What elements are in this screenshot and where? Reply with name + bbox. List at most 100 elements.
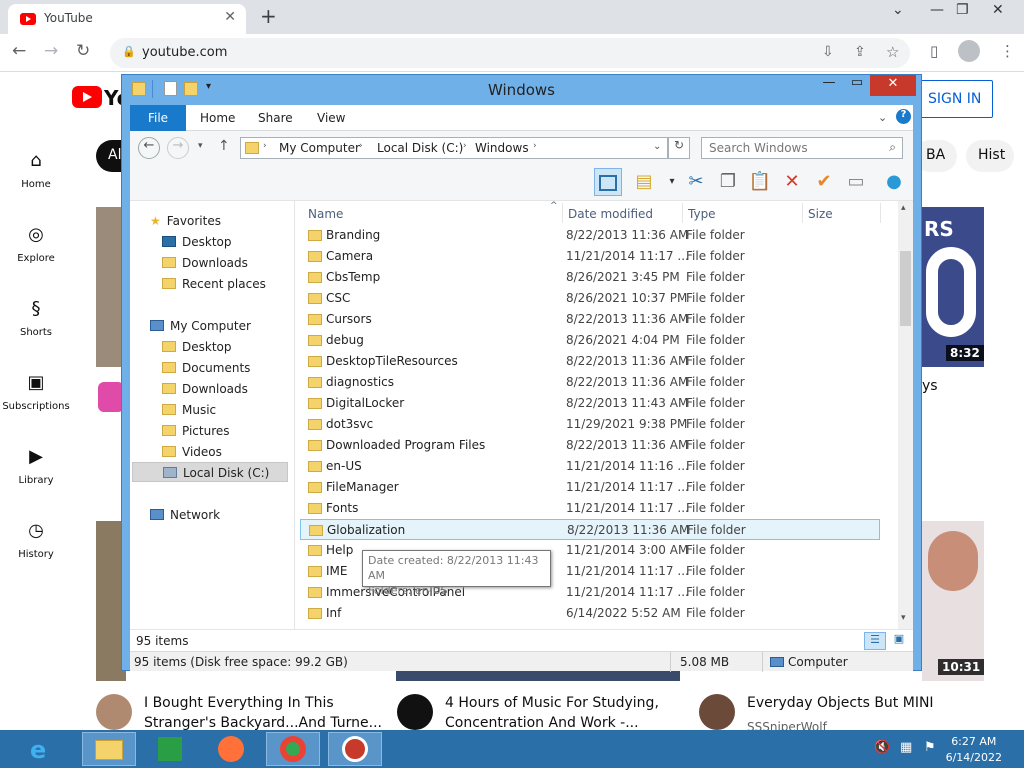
nav-item-local-disk[interactable]: Local Disk (C:) (132, 462, 288, 482)
address-breadcrumb[interactable]: › My Computer › Local Disk (C:) › Window… (240, 137, 668, 159)
store-taskbar-button[interactable] (144, 732, 198, 766)
forward-icon[interactable]: → (44, 41, 58, 61)
large-icons-view-icon[interactable]: ▣ (888, 632, 910, 650)
chevron-right-icon[interactable]: › (263, 141, 267, 151)
channel-avatar[interactable] (96, 694, 132, 730)
back-icon[interactable]: ← (12, 41, 26, 61)
sidebar-item-history[interactable]: ◷ History (0, 520, 72, 560)
tab-view[interactable]: View (317, 111, 345, 125)
channel-avatar[interactable] (699, 694, 735, 730)
vertical-scrollbar[interactable]: ▴ ▾ (898, 201, 913, 629)
nav-my-computer[interactable]: My Computer (150, 316, 251, 336)
video-thumbnail[interactable]: RS 8:32 (922, 207, 984, 367)
address-bar[interactable]: 🔒 youtube.com ⇩ ⇪ ☆ (110, 38, 910, 68)
system-clock[interactable]: 6:27 AM 6/14/2022 (946, 734, 1002, 766)
forward-icon[interactable]: → (167, 137, 189, 159)
file-row[interactable]: DigitalLocker 8/22/2013 11:43 AM File fold… (300, 393, 880, 414)
tab-home[interactable]: Home (200, 111, 235, 125)
scrollbar-thumb[interactable] (900, 251, 911, 326)
chevron-right-icon[interactable]: › (463, 141, 467, 151)
rename-field-icon[interactable]: ▭ (842, 168, 870, 196)
paste-icon[interactable]: 📋 (746, 168, 774, 196)
action-center-icon[interactable]: ⚑ (924, 740, 936, 755)
file-row[interactable]: Globalization 8/22/2013 11:36 AM File fold… (300, 519, 880, 540)
nav-favorites[interactable]: ★ Favorites (150, 211, 221, 231)
bookmark-star-icon[interactable]: ☆ (886, 43, 899, 61)
tab-search-icon[interactable]: ⌄ (892, 2, 904, 18)
youtube-logo-icon[interactable] (72, 86, 102, 108)
nav-item-documents[interactable]: Documents (162, 358, 250, 378)
sidebar-item-shorts[interactable]: § Shorts (0, 298, 72, 338)
sidebar-item-explore[interactable]: ◎ Explore (0, 224, 72, 264)
file-row[interactable]: Fonts 11/21/2014 11:17 ... File folder (300, 498, 880, 519)
nav-item-desktop[interactable]: Desktop (162, 337, 232, 357)
scroll-down-icon[interactable]: ▾ (901, 613, 906, 623)
refresh-icon[interactable]: ↻ (668, 137, 690, 159)
file-row[interactable]: Camera 11/21/2014 11:17 ... File folder (300, 246, 880, 267)
file-explorer-taskbar-button[interactable] (82, 732, 136, 766)
close-window-button[interactable]: ✕ (870, 75, 916, 96)
channel-avatar[interactable] (397, 694, 433, 730)
back-icon[interactable]: ← (138, 137, 160, 159)
nav-item-desktop[interactable]: Desktop (162, 232, 232, 252)
file-row[interactable]: diagnostics 8/22/2013 11:36 AM File folder (300, 372, 880, 393)
preview-pane-icon[interactable] (594, 168, 622, 196)
side-panel-icon[interactable]: ▯ (930, 42, 938, 60)
file-row[interactable]: DesktopTileResources 8/22/2013 11:36 AM Fi… (300, 351, 880, 372)
close-tab-icon[interactable]: ✕ (224, 9, 236, 25)
maximize-icon[interactable]: ▭ (842, 75, 872, 95)
nav-item-downloads[interactable]: Downloads (162, 379, 248, 399)
chevron-right-icon[interactable]: › (533, 141, 537, 151)
breadcrumb-local-disk[interactable]: Local Disk (C:) (377, 141, 463, 155)
file-row[interactable]: Inf 6/14/2022 5:52 AM File folder (300, 603, 880, 624)
volume-muted-icon[interactable]: 🔇 (874, 740, 890, 755)
file-row[interactable]: Cursors 8/22/2013 11:36 AM File folder (300, 309, 880, 330)
restore-icon[interactable]: ❐ (956, 2, 969, 18)
nav-item-videos[interactable]: Videos (162, 442, 222, 462)
sign-in-button[interactable]: SIGN IN (915, 80, 993, 118)
sidebar-item-subscriptions[interactable]: ▣ Subscriptions (0, 372, 72, 412)
chevron-right-icon[interactable]: › (359, 141, 363, 151)
tab-file[interactable]: File (130, 105, 186, 131)
nav-item-downloads[interactable]: Downloads (162, 253, 248, 273)
browser-tab[interactable]: YouTube ✕ (8, 4, 246, 34)
reload-icon[interactable]: ↻ (76, 41, 90, 61)
search-input[interactable]: Search Windows ⌕ (701, 137, 903, 159)
alarms-taskbar-button[interactable] (328, 732, 382, 766)
details-view-icon[interactable]: ☰ (864, 632, 886, 650)
scroll-up-icon[interactable]: ▴ (901, 203, 906, 213)
minimize-icon[interactable]: — (814, 75, 844, 95)
tab-share[interactable]: Share (258, 111, 293, 125)
explorer-titlebar[interactable]: ▾ Windows — ▭ ✕ (122, 75, 921, 105)
minimize-icon[interactable]: — (930, 2, 944, 18)
column-header-type[interactable]: Type (688, 207, 716, 221)
video-title[interactable]: I Bought Everything In This Stranger's Ba… (144, 693, 382, 733)
column-header-date[interactable]: Date modified (568, 207, 653, 221)
expand-ribbon-icon[interactable]: ⌄ (878, 111, 887, 124)
nav-item-pictures[interactable]: Pictures (162, 421, 230, 441)
globe-icon[interactable]: ● (880, 168, 908, 196)
video-title[interactable]: Everyday Objects But MINI (747, 693, 934, 713)
nav-item-recent-places[interactable]: Recent places (162, 274, 266, 294)
delete-icon[interactable]: ✕ (778, 168, 806, 196)
recent-locations-icon[interactable]: ▾ (198, 141, 203, 151)
chip-history[interactable]: Hist (966, 140, 1014, 172)
sidebar-item-home[interactable]: ⌂ Home (0, 150, 72, 190)
breadcrumb-my-computer[interactable]: My Computer (279, 141, 360, 155)
column-header-name[interactable]: Name (308, 207, 343, 221)
chrome-taskbar-button[interactable] (266, 732, 320, 766)
file-row[interactable]: FileManager 11/21/2014 11:17 ... File fold… (300, 477, 880, 498)
column-header-size[interactable]: Size (808, 207, 833, 221)
install-icon[interactable]: ⇩ (822, 44, 834, 60)
up-icon[interactable]: ↑ (218, 138, 230, 154)
file-row[interactable]: Downloaded Program Files 8/22/2013 11:36 … (300, 435, 880, 456)
file-row[interactable]: en-US 11/21/2014 11:16 ... File folder (300, 456, 880, 477)
copy-icon[interactable]: ❐ (714, 168, 742, 196)
share-icon[interactable]: ⇪ (854, 44, 866, 60)
network-tray-icon[interactable]: ▦ (900, 740, 912, 755)
video-title[interactable]: 4 Hours of Music For Studying, Concentrat… (445, 693, 659, 733)
file-row[interactable]: dot3svc 11/29/2021 9:38 PM File folder (300, 414, 880, 435)
close-window-icon[interactable]: ✕ (992, 2, 1004, 18)
profile-avatar-icon[interactable] (958, 40, 980, 62)
new-tab-button[interactable]: + (260, 4, 277, 28)
